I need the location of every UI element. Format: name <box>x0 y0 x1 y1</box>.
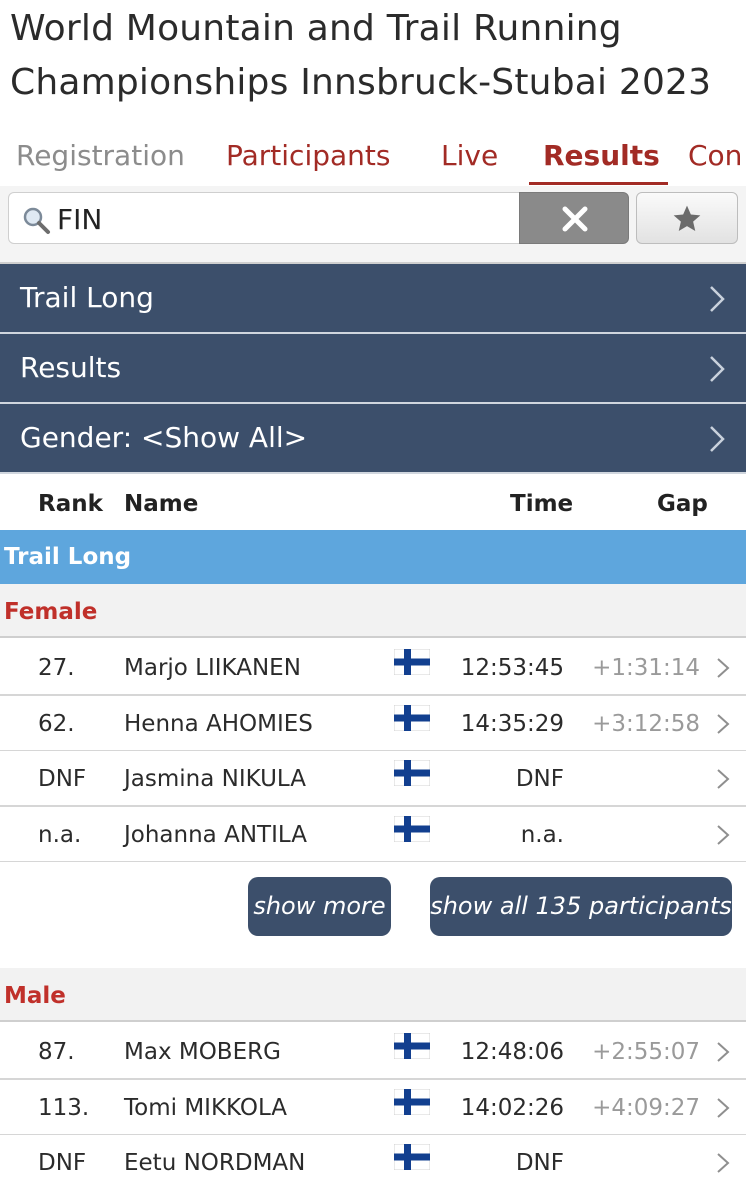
filter-event[interactable]: Trail Long <box>0 264 746 334</box>
chevron-right-icon <box>717 658 730 678</box>
row-rank: 87. <box>38 1039 75 1065</box>
search-bar <box>0 186 746 264</box>
column-gap: Gap <box>657 491 708 517</box>
row-time: 14:35:29 <box>460 710 564 737</box>
tab-results[interactable]: Results <box>543 136 660 176</box>
star-icon <box>673 205 701 231</box>
page-bottom <box>0 1188 746 1200</box>
row-name: Max MOBERG <box>124 1039 281 1065</box>
filter-event-label: Trail Long <box>20 281 154 314</box>
row-name: Marjo LIIKANEN <box>124 655 301 681</box>
chevron-right-icon <box>710 286 725 312</box>
row-name: Johanna ANTILA <box>124 821 307 848</box>
group-header-female: Female <box>0 584 746 638</box>
tab-live[interactable]: Live <box>441 136 498 176</box>
tab-registration[interactable]: Registration <box>16 136 185 176</box>
chevron-right-icon <box>717 824 730 845</box>
page-title-line-1: World Mountain and Trail Running <box>10 8 622 49</box>
row-rank: DNF <box>38 1150 87 1176</box>
page-title: World Mountain and Trail Running Champio… <box>10 2 746 110</box>
show-all-participants-button[interactable]: show all 135 participants <box>430 877 732 936</box>
table-row[interactable]: DNF Jasmina NIKULA DNF <box>0 751 746 807</box>
row-time: DNF <box>515 1150 564 1176</box>
page-title-line-2: Championships Innsbruck-Stubai 2023 <box>10 62 712 103</box>
tab-bar: Registration Participants Live Results C… <box>0 128 746 186</box>
finland-flag-icon <box>394 1144 430 1170</box>
table-row[interactable]: DNF Eetu NORDMAN DNF <box>0 1135 746 1191</box>
finland-flag-icon <box>394 815 430 842</box>
group-label-female: Female <box>4 599 98 625</box>
event-section-header: Trail Long <box>0 530 746 584</box>
row-time: DNF <box>515 766 564 792</box>
row-rank: 113. <box>38 1094 90 1121</box>
active-tab-indicator <box>529 182 668 185</box>
finland-flag-icon <box>394 649 430 675</box>
favorite-button[interactable] <box>636 192 738 244</box>
event-name: Trail Long <box>4 544 132 570</box>
row-gap: +4:09:27 <box>592 1094 700 1121</box>
filter-gender[interactable]: Gender: <Show All> <box>0 404 746 474</box>
chevron-right-icon <box>717 1042 730 1062</box>
row-time: 12:53:45 <box>460 655 564 681</box>
table-row[interactable]: 62. Henna AHOMIES 14:35:29 +3:12:58 <box>0 695 746 752</box>
chevron-right-icon <box>717 1097 730 1118</box>
filter-list-type[interactable]: Results <box>0 334 746 404</box>
results-table-header: Rank Name Time Gap <box>0 476 746 530</box>
show-more-button[interactable]: show more <box>248 877 391 936</box>
row-gap: +2:55:07 <box>592 1039 700 1065</box>
row-name: Eetu NORDMAN <box>124 1150 306 1176</box>
chevron-right-icon <box>710 426 725 452</box>
close-icon <box>562 206 588 232</box>
chevron-right-icon <box>717 1153 730 1173</box>
chevron-right-icon <box>710 356 725 382</box>
row-name: Tomi MIKKOLA <box>124 1094 288 1121</box>
group-label-male: Male <box>4 983 66 1009</box>
column-time: Time <box>510 491 574 517</box>
row-rank: n.a. <box>38 821 82 848</box>
clear-search-button[interactable] <box>519 192 629 244</box>
search-icon <box>23 207 50 234</box>
row-time: 12:48:06 <box>460 1039 564 1065</box>
table-row[interactable]: n.a. Johanna ANTILA n.a. <box>0 806 746 863</box>
chevron-right-icon <box>717 713 730 734</box>
row-gap: +3:12:58 <box>592 710 700 737</box>
search-input[interactable] <box>57 199 507 239</box>
filter-list-type-label: Results <box>20 351 122 384</box>
tab-con[interactable]: Con <box>688 136 742 176</box>
filter-gender-label: Gender: <Show All> <box>20 421 308 454</box>
finland-flag-icon <box>394 1033 430 1059</box>
table-row[interactable]: 27. Marjo LIIKANEN 12:53:45 +1:31:14 <box>0 640 746 696</box>
row-name: Henna AHOMIES <box>124 710 313 737</box>
finland-flag-icon <box>394 1088 430 1115</box>
row-gap: +1:31:14 <box>592 655 700 681</box>
finland-flag-icon <box>394 704 430 731</box>
column-rank: Rank <box>38 491 103 517</box>
table-row[interactable]: 87. Max MOBERG 12:48:06 +2:55:07 <box>0 1024 746 1080</box>
group-header-male: Male <box>0 968 746 1022</box>
finland-flag-icon <box>394 760 430 786</box>
row-time: n.a. <box>520 821 564 848</box>
table-row[interactable]: 113. Tomi MIKKOLA 14:02:26 +4:09:27 <box>0 1079 746 1136</box>
row-rank: DNF <box>38 766 87 792</box>
tab-participants[interactable]: Participants <box>226 136 390 176</box>
chevron-right-icon <box>717 769 730 789</box>
pagination-area: show more show all 135 participants <box>0 862 746 968</box>
row-rank: 27. <box>38 655 75 681</box>
row-rank: 62. <box>38 710 75 737</box>
column-name: Name <box>124 491 199 517</box>
row-time: 14:02:26 <box>460 1094 564 1121</box>
row-name: Jasmina NIKULA <box>124 766 307 792</box>
search-box <box>8 192 520 244</box>
